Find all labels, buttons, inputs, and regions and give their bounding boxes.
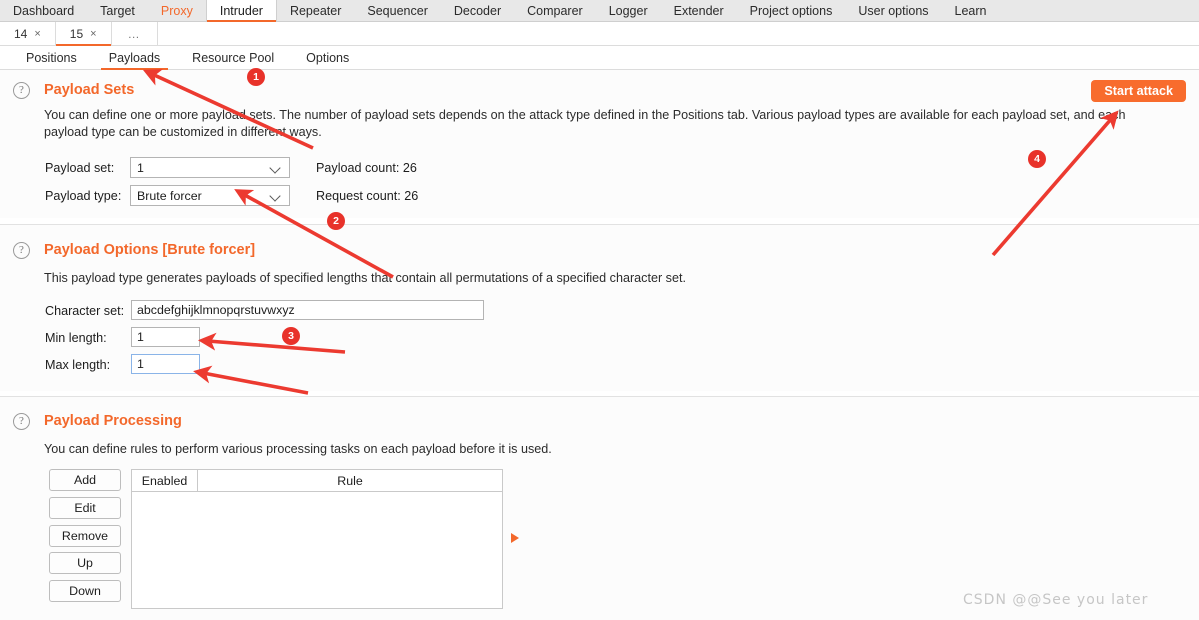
payload-processing-panel: ? Payload Processing You can define rule… (0, 397, 1199, 620)
main-tab-label: Project options (749, 4, 833, 18)
character-set-label: Character set: (45, 304, 125, 318)
payload-options-panel: ? Payload Options [Brute forcer] This pa… (0, 225, 1199, 391)
tab-payloads[interactable]: Payloads (93, 46, 176, 70)
move-rule-down-button[interactable]: Down (49, 580, 121, 602)
main-tab-label: Learn (954, 4, 987, 18)
sub-tab-label: Resource Pool (192, 51, 275, 65)
main-tab-label: Intruder (219, 4, 263, 18)
main-tab-project-options[interactable]: Project options (737, 0, 846, 22)
close-icon[interactable]: × (34, 28, 40, 40)
tab-positions[interactable]: Positions (10, 46, 93, 70)
payload-processing-title: Payload Processing (44, 413, 182, 429)
main-tab-label: Logger (608, 4, 648, 18)
remove-rule-button[interactable]: Remove (49, 525, 121, 547)
payload-set-label: Payload set: (45, 161, 115, 175)
main-tab-label: Decoder (453, 4, 502, 18)
main-tab-decoder[interactable]: Decoder (441, 0, 514, 22)
payload-rules-table: Enabled Rule (131, 469, 503, 609)
payload-sets-title: Payload Sets (44, 82, 135, 98)
max-length-label: Max length: (45, 358, 111, 372)
main-tab-label: User options (858, 4, 929, 18)
burp-intruder-window: Dashboard Target Proxy Intruder Repeater… (0, 0, 1199, 620)
tab-options[interactable]: Options (290, 46, 365, 70)
main-tab-target[interactable]: Target (87, 0, 148, 22)
payload-options-description: This payload type generates payloads of … (44, 271, 686, 285)
main-tab-logger[interactable]: Logger (596, 0, 661, 22)
attack-tab-label: 15 (69, 27, 84, 41)
main-tab-learn[interactable]: Learn (942, 0, 1000, 22)
sub-tab-label: Options (306, 51, 350, 65)
main-tab-sequencer[interactable]: Sequencer (354, 0, 440, 22)
main-tab-label: Target (100, 4, 135, 18)
chevron-down-icon (270, 190, 282, 202)
main-tab-label: Comparer (527, 4, 583, 18)
table-body[interactable] (132, 492, 502, 620)
main-tab-extender[interactable]: Extender (661, 0, 737, 22)
attack-tab-14[interactable]: 14 × (0, 22, 56, 46)
payload-type-select[interactable]: Brute forcer (130, 185, 290, 206)
column-header-rule[interactable]: Rule (198, 470, 502, 491)
start-attack-button[interactable]: Start attack (1091, 80, 1186, 102)
table-header-row: Enabled Rule (132, 470, 502, 492)
sub-tab-label: Positions (26, 51, 77, 65)
request-count-label: Request count: 26 (316, 189, 419, 203)
payload-options-title: Payload Options [Brute forcer] (44, 242, 256, 258)
payload-sets-description-line2: payload type can be customized in differ… (44, 125, 322, 139)
payload-set-value: 1 (137, 160, 144, 175)
payload-processing-description: You can define rules to perform various … (44, 442, 552, 456)
sub-tabbar: Positions Payloads Resource Pool Options (0, 46, 1199, 70)
attack-tab-label: 14 (14, 27, 28, 41)
payload-type-value: Brute forcer (137, 188, 202, 203)
edit-rule-button[interactable]: Edit (49, 497, 121, 519)
attack-tab-overflow[interactable]: … (112, 22, 158, 46)
attack-tabbar: 14 × 15 × … (0, 22, 1199, 46)
column-header-enabled[interactable]: Enabled (132, 470, 198, 491)
main-tab-intruder[interactable]: Intruder (205, 0, 277, 22)
tab-resource-pool[interactable]: Resource Pool (176, 46, 290, 70)
character-set-input[interactable]: abcdefghijklmnopqrstuvwxyz (131, 300, 484, 320)
attack-tab-15[interactable]: 15 × (55, 22, 112, 46)
move-rule-up-button[interactable]: Up (49, 552, 121, 574)
close-icon[interactable]: × (90, 28, 96, 40)
help-icon[interactable]: ? (13, 413, 30, 430)
sub-tab-label: Payloads (108, 51, 161, 65)
expand-arrow-icon[interactable] (511, 533, 519, 543)
main-tab-user-options[interactable]: User options (845, 0, 941, 22)
payload-type-label: Payload type: (45, 189, 122, 203)
min-length-input[interactable]: 1 (131, 327, 200, 347)
main-tab-label: Repeater (289, 4, 342, 18)
main-tab-repeater[interactable]: Repeater (277, 0, 354, 22)
max-length-input[interactable]: 1 (131, 354, 200, 374)
payload-sets-description-line1: You can define one or more payload sets.… (44, 108, 1126, 122)
payload-set-select[interactable]: 1 (130, 157, 290, 178)
payload-sets-panel: ? Payload Sets You can define one or mor… (0, 70, 1199, 218)
main-tab-label: Dashboard (13, 4, 75, 18)
help-icon[interactable]: ? (13, 242, 30, 259)
main-tab-label: Proxy (160, 4, 193, 18)
min-length-label: Min length: (45, 331, 107, 345)
chevron-down-icon (270, 162, 282, 174)
watermark-text: CSDN @@See you later (963, 592, 1149, 608)
main-tab-label: Sequencer (367, 4, 428, 18)
main-tab-label: Extender (673, 4, 724, 18)
main-tab-dashboard[interactable]: Dashboard (0, 0, 87, 22)
ellipsis-icon: … (127, 27, 141, 41)
main-tabbar: Dashboard Target Proxy Intruder Repeater… (0, 0, 1199, 22)
help-icon[interactable]: ? (13, 82, 30, 99)
main-tab-proxy[interactable]: Proxy (148, 0, 206, 22)
main-tab-comparer[interactable]: Comparer (514, 0, 596, 22)
add-rule-button[interactable]: Add (49, 469, 121, 491)
payload-count-label: Payload count: 26 (316, 161, 417, 175)
